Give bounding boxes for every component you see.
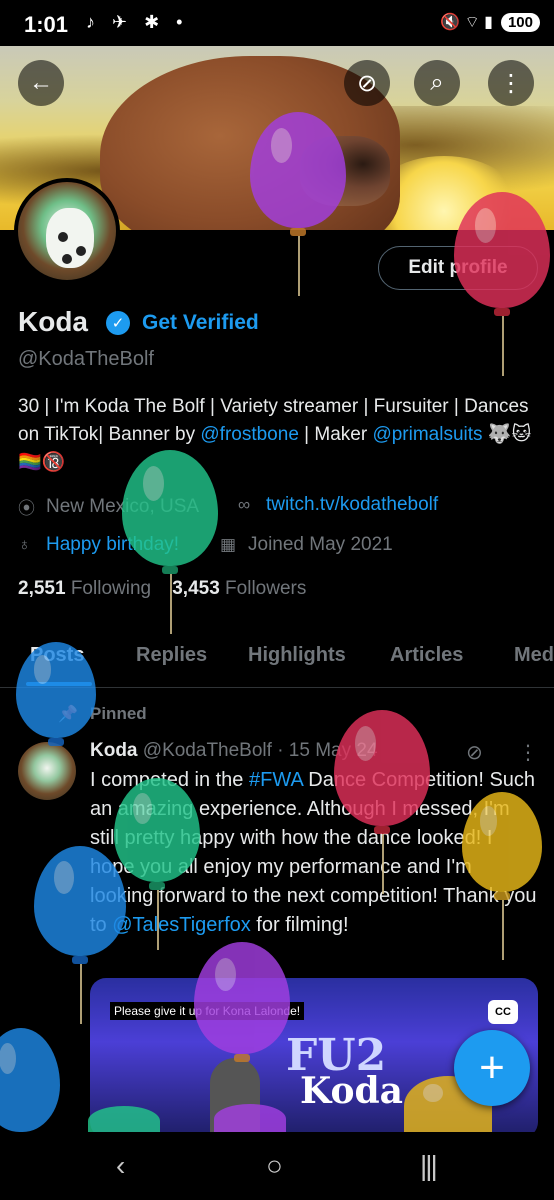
tab-replies[interactable]: Replies <box>136 644 207 667</box>
follow-stats: 2,551 Following 3,453 Followers <box>18 578 306 600</box>
balloon-yellow <box>462 792 542 960</box>
search-icon: ⌕ <box>430 69 444 96</box>
bio-text: | Maker <box>298 424 373 445</box>
avatar-spot <box>58 232 68 242</box>
video-logo-text-2: Koda <box>300 1070 404 1112</box>
tweet-more-icon[interactable]: ⋮ <box>518 740 538 765</box>
location-pin-icon: ⦿ <box>18 499 35 518</box>
closed-captions-button[interactable]: CC <box>488 1000 518 1024</box>
nav-recents-icon[interactable]: ||| <box>420 1150 438 1182</box>
tweet-hashtag[interactable]: #FWA <box>249 769 303 791</box>
nav-home-icon[interactable]: ○ <box>266 1150 283 1182</box>
pinned-label: Pinned <box>90 704 147 723</box>
following-link[interactable]: 2,551 Following <box>18 578 151 599</box>
search-button[interactable]: ⌕ <box>414 60 460 106</box>
joined-row: ▦ Joined May 2021 <box>220 534 393 556</box>
following-count: 2,551 <box>18 578 66 599</box>
more-button[interactable]: ⋮ <box>488 60 534 106</box>
website-link[interactable]: twitch.tv/kodathebolf <box>266 494 438 516</box>
balloon-red <box>454 192 550 376</box>
grok-icon: ⊘ <box>356 69 378 97</box>
balloon-green-2 <box>114 778 200 950</box>
tweet-author[interactable]: Koda <box>90 740 138 761</box>
avatar-spot <box>76 246 86 256</box>
avatar-spot <box>62 254 72 264</box>
followers-label: Followers <box>225 578 307 599</box>
profile-handle: @KodaTheBolf <box>18 348 154 370</box>
balloon-blue-small <box>16 642 96 746</box>
battery-indicator: 100 <box>500 12 540 32</box>
calendar-icon: ▦ <box>220 535 237 554</box>
balloon-blue <box>34 846 126 1024</box>
balloon-icon: ♁ <box>18 535 31 554</box>
verified-badge-icon[interactable]: ✓ <box>106 311 130 335</box>
status-bar: 1:01 ♪ ✈ ✱ • 🔇 ⌔ ▮ 100 <box>0 0 554 46</box>
tweet-avatar[interactable] <box>18 742 76 800</box>
joined-text: Joined May 2021 <box>248 534 393 555</box>
notification-icons: ♪ ✈ ✱ • <box>86 12 189 32</box>
back-button[interactable]: ← <box>18 60 64 106</box>
signal-icons: 🔇 ⌔ ▮ <box>440 14 493 31</box>
status-time: 1:01 <box>24 12 69 37</box>
compose-post-button[interactable]: + <box>454 1030 530 1106</box>
system-navigation-bar: ‹ ○ ||| <box>0 1132 554 1200</box>
tab-highlights[interactable]: Highlights <box>248 644 346 667</box>
profile-bio: 30 | I'm Koda The Bolf | Variety streame… <box>18 393 538 477</box>
website-row[interactable]: ∞ twitch.tv/kodathebolf <box>238 494 438 516</box>
following-label: Following <box>70 578 152 599</box>
followers-link[interactable]: 3,453 Followers <box>172 578 306 599</box>
balloon-red-2 <box>334 710 430 894</box>
tweet-text-part: for filming! <box>250 914 349 936</box>
followers-count: 3,453 <box>172 578 220 599</box>
status-right: 🔇 ⌔ ▮ 100 <box>440 12 540 32</box>
get-verified-link[interactable]: Get Verified <box>142 311 259 335</box>
balloon-blue-edge <box>0 1028 60 1132</box>
tweet-mention[interactable]: @TalesTigerfox <box>112 914 251 936</box>
balloon-green <box>122 450 218 634</box>
grok-button[interactable]: ⊘ <box>344 60 390 106</box>
tab-articles[interactable]: Articles <box>390 644 463 667</box>
bio-mention-frostbone[interactable]: @frostbone <box>200 424 299 445</box>
balloon-purple-3 <box>214 1104 286 1134</box>
more-vertical-icon: ⋮ <box>499 69 523 97</box>
balloon-purple <box>250 112 346 296</box>
profile-name: Koda <box>18 306 88 337</box>
balloon-purple-2 <box>194 942 290 1062</box>
grok-icon[interactable]: ⊘ <box>466 740 483 765</box>
bio-mention-primalsuits[interactable]: @primalsuits <box>372 424 482 445</box>
back-arrow-icon: ← <box>29 69 53 96</box>
link-icon: ∞ <box>238 495 251 514</box>
nav-back-icon[interactable]: ‹ <box>116 1150 125 1182</box>
tab-media[interactable]: Media <box>514 644 554 667</box>
profile-avatar[interactable] <box>14 178 120 284</box>
